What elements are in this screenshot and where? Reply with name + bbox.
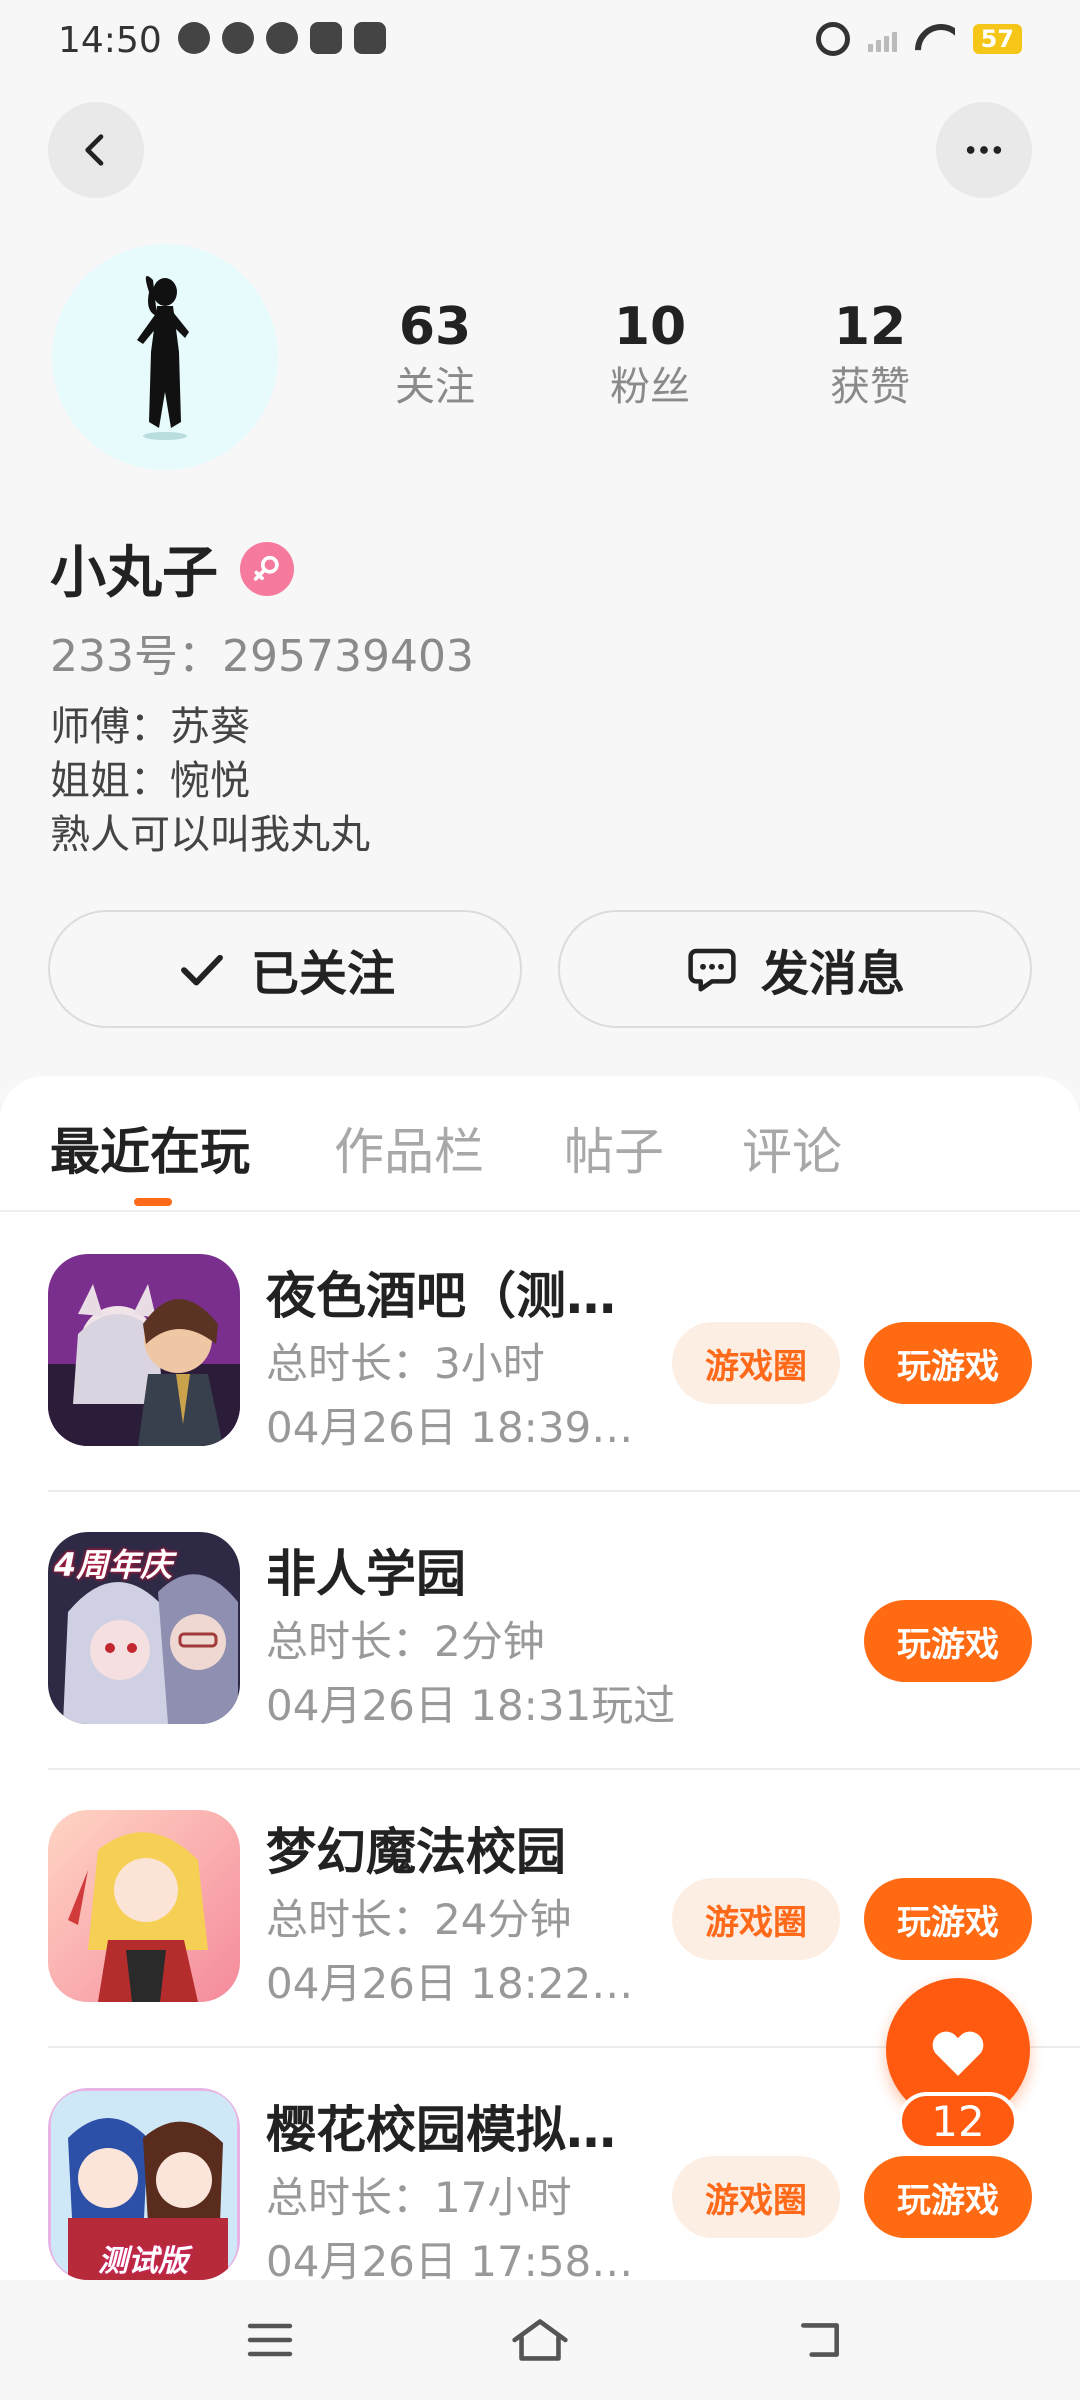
game-icon-dream-magic-campus[interactable] (48, 1810, 240, 2002)
home-icon (512, 2319, 568, 2361)
game-duration: 总时长：3小时 (266, 1339, 545, 1388)
game-last-played: 04月26日 18:39… (266, 1403, 634, 1452)
system-icons: 57 (815, 22, 1022, 56)
game-title: 非人学园 (266, 1545, 466, 1603)
user-id: 233号：295739403 (50, 631, 474, 682)
game-icon-feiren-xueyuan[interactable]: 4周年庆 (48, 1532, 240, 1724)
mail-icon (354, 22, 386, 54)
wifi-icon (915, 24, 955, 54)
message-button[interactable]: 发消息 (558, 910, 1032, 1028)
more-horizontal-icon (966, 146, 1002, 154)
tab-bar: 最近在玩 作品栏 帖子 评论 (0, 1076, 1080, 1212)
game-title: 夜色酒吧（测… (266, 1267, 616, 1325)
back-button[interactable] (48, 102, 144, 198)
message-label: 发消息 (760, 946, 905, 1002)
fan-icon (222, 22, 254, 54)
tab-recently-played[interactable]: 最近在玩 (50, 1112, 250, 1184)
game-circle-button[interactable]: 游戏圈 (672, 1322, 840, 1404)
game-icon-sakura-school[interactable]: 测试版 (48, 2088, 240, 2280)
game-icon-night-bar[interactable] (48, 1254, 240, 1446)
calendar-icon (310, 22, 342, 54)
alarm-icon (815, 22, 850, 56)
check-icon (181, 954, 223, 986)
chevron-left-icon (85, 134, 104, 166)
test-version-badge: 测试版 (98, 2244, 188, 2279)
play-game-button[interactable]: 玩游戏 (864, 1322, 1032, 1404)
game-title: 樱花校园模拟… (266, 2101, 616, 2159)
user-bio: 师傅：苏葵 姐姐：惋悦 熟人可以叫我丸丸 (50, 700, 370, 862)
tab-works[interactable]: 作品栏 (334, 1112, 484, 1184)
user-name: 小丸子 (50, 541, 218, 606)
avatar[interactable] (52, 244, 278, 470)
bio-line: 姐姐：惋悦 (50, 758, 250, 804)
play-game-button[interactable]: 玩游戏 (864, 1878, 1032, 1960)
signal-icon (867, 26, 897, 52)
game-last-played: 04月26日 18:31玩过 (266, 1681, 676, 1730)
play-game-button[interactable]: 玩游戏 (864, 2156, 1032, 2238)
system-nav-bar (0, 2280, 1080, 2400)
anniversary-badge: 4周年庆 (54, 1546, 173, 1584)
stat-following[interactable]: 63 关注 (360, 295, 510, 415)
avatar-figure (137, 276, 189, 440)
profile-stats: 63 关注 10 粉丝 12 获赞 (360, 295, 980, 415)
battery-indicator: 57 (972, 24, 1022, 54)
bio-line: 熟人可以叫我丸丸 (50, 812, 370, 858)
bio-line: 师傅：苏葵 (50, 704, 250, 750)
game-duration: 总时长：24分钟 (266, 1895, 572, 1944)
list-item[interactable]: 夜色酒吧（测… 总时长：3小时 04月26日 18:39… 游戏圈 玩游戏 (48, 1212, 1080, 1490)
game-duration: 总时长：2分钟 (266, 1617, 545, 1666)
stat-likes[interactable]: 12 获赞 (760, 295, 980, 415)
play-game-button[interactable]: 玩游戏 (864, 1600, 1032, 1682)
notification-icons (178, 22, 386, 54)
list-item[interactable]: 4周年庆 非人学园 总时长：2分钟 04月26日 18:31玩过 玩游戏 (48, 1490, 1080, 1768)
more-button[interactable] (936, 102, 1032, 198)
wechat-icon (266, 22, 298, 54)
game-title: 梦幻魔法校园 (266, 1823, 566, 1881)
follow-button[interactable]: 已关注 (48, 910, 522, 1028)
nav-home-button[interactable] (510, 2310, 570, 2370)
game-last-played: 04月26日 17:58… (266, 2237, 634, 2280)
game-circle-button[interactable]: 游戏圈 (672, 1878, 840, 1960)
tab-posts[interactable]: 帖子 (564, 1112, 664, 1184)
nav-back-button[interactable] (790, 2310, 850, 2370)
status-time: 14:50 (58, 20, 162, 61)
menu-icon (247, 2323, 293, 2357)
status-bar: 14:50 57 (0, 0, 1080, 84)
tab-indicator (134, 1198, 172, 1206)
chat-bubble-icon (688, 948, 736, 992)
female-icon (240, 541, 294, 596)
game-duration: 总时长：17小时 (266, 2173, 572, 2222)
nav-menu-button[interactable] (240, 2310, 300, 2370)
heart-icon (932, 2031, 984, 2076)
tab-comments[interactable]: 评论 (742, 1112, 842, 1184)
stat-followers[interactable]: 10 粉丝 (540, 295, 760, 415)
game-last-played: 04月26日 18:22… (266, 1959, 634, 2008)
like-count: 12 (898, 2092, 1018, 2150)
game-circle-button[interactable]: 游戏圈 (672, 2156, 840, 2238)
compass-icon (178, 22, 210, 54)
back-arrow-icon (801, 2323, 839, 2357)
follow-label: 已关注 (250, 946, 395, 1002)
name-row: 小丸子 (50, 528, 294, 609)
